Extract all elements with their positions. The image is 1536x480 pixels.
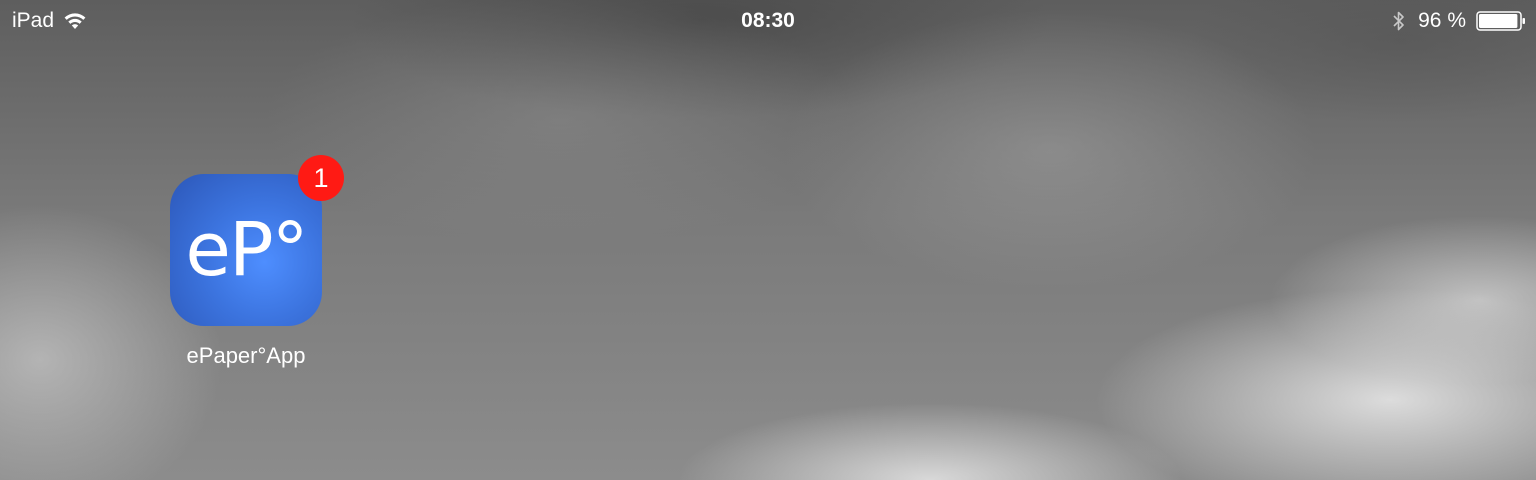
- status-bar: iPad 08:30 96 %: [0, 0, 1536, 42]
- battery-percentage: 96 %: [1418, 9, 1466, 32]
- clock: 08:30: [741, 9, 795, 32]
- battery-icon: [1476, 11, 1525, 31]
- notification-badge: 1: [298, 155, 344, 201]
- epaper-app-icon[interactable]: eP°: [170, 174, 322, 326]
- bluetooth-icon: [1393, 11, 1404, 31]
- app-label: ePaper°App: [186, 343, 306, 368]
- status-right: 96 %: [1392, 0, 1526, 42]
